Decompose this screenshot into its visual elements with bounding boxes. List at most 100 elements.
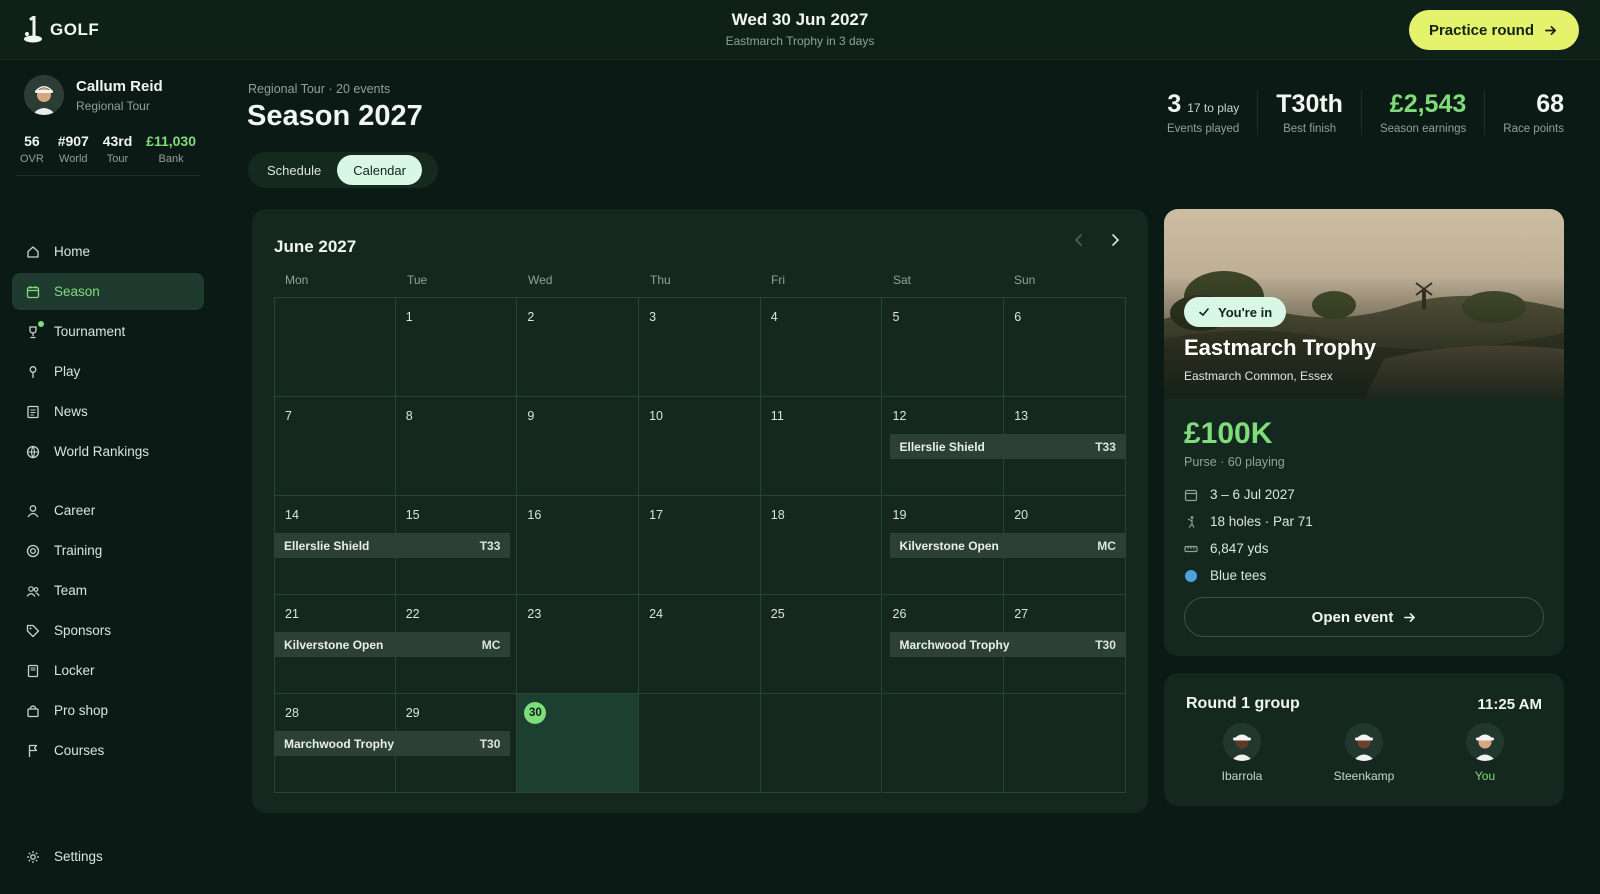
calendar-day-cell[interactable]: 2 (517, 298, 640, 397)
locker-icon (27, 664, 39, 677)
stat-label: Bank (158, 153, 184, 165)
calendar-event-bar[interactable]: Kilverstone Open MC (889, 533, 1126, 558)
sidebar-item-locker[interactable]: Locker (12, 652, 204, 689)
sidebar-item-home[interactable]: Home (12, 233, 204, 270)
calendar-event-bar[interactable]: Ellerslie Shield T33 (889, 434, 1126, 459)
sidebar-item-season[interactable]: Season (12, 273, 204, 310)
logo[interactable]: GOLF (22, 16, 99, 44)
news-icon (27, 405, 39, 418)
group-player[interactable]: Ibarrola (1192, 723, 1292, 783)
stat-label: Best finish (1283, 123, 1337, 135)
event-yardage-row: 6,847 yds (1184, 535, 1313, 562)
practice-round-button[interactable]: Practice round (1408, 10, 1579, 50)
current-date: Wed 30 Jun 2027 (731, 10, 869, 29)
flag-icon (28, 744, 38, 757)
day-number: 6 (1014, 310, 1022, 324)
calendar-event-bar[interactable]: Marchwood Trophy T30 (274, 731, 511, 756)
calendar-day-cell[interactable]: 24 (639, 595, 761, 694)
calendar-day-cell[interactable]: 6 (1004, 298, 1126, 397)
stat-season-earnings: £2,543 Season earnings (1360, 90, 1484, 135)
top-bar: GOLF Wed 30 Jun 2027 Eastmarch Trophy in… (0, 0, 1600, 60)
event-bar-name: Ellerslie Shield (899, 439, 985, 454)
event-bar-result: T30 (479, 736, 501, 751)
stat-value: T30th (1276, 90, 1343, 118)
stat-world: #907 World (54, 133, 93, 165)
pin-icon (29, 365, 37, 378)
event-dates-row: 3 – 6 Jul 2027 (1184, 481, 1313, 508)
group-player-you[interactable]: You (1435, 723, 1535, 783)
breadcrumb: Regional Tour · 20 events (248, 82, 391, 96)
calendar-day-cell[interactable]: 4 (760, 298, 883, 397)
weekday-label: Sat (893, 273, 912, 287)
sidebar-item-settings[interactable]: Settings (26, 849, 103, 864)
ruler-icon (1184, 545, 1198, 552)
stat-race-points: 68 Race points (1484, 90, 1582, 135)
open-event-button[interactable]: Open event (1184, 597, 1544, 637)
chevron-left-icon[interactable] (1072, 233, 1086, 247)
profile-stats: 56 OVR #907 World 43rd Tour £11,030 Bank (16, 133, 200, 176)
weekday-label: Fri (771, 273, 785, 287)
season-stats: 3 17 to play Events played T30th Best fi… (1149, 90, 1582, 135)
calendar-day-cell[interactable] (760, 694, 883, 793)
calendar-grid: 1 2 3 4 5 6 7 8 9 10 11 12 13 14 15 16 17 18 19 20 21 22 23 24 2… (274, 297, 1126, 793)
calendar-day-cell[interactable] (274, 298, 396, 397)
practice-round-label: Practice round (1428, 21, 1534, 39)
calendar-day-cell[interactable]: 3 (639, 298, 761, 397)
calendar-day-cell[interactable]: 9 (517, 397, 640, 496)
calendar-day-cell[interactable]: 23 (517, 595, 640, 694)
stat-extra: 17 to play (1187, 101, 1240, 115)
calendar-event-bar[interactable]: Ellerslie Shield T33 (274, 533, 511, 558)
calendar-day-cell[interactable] (882, 694, 1005, 793)
stat-tour: 43rd Tour (99, 133, 137, 165)
sidebar-item-news[interactable]: News (12, 393, 204, 430)
tab-schedule[interactable]: Schedule (251, 155, 337, 185)
calendar-day-cell[interactable]: 7 (274, 397, 396, 496)
calendar-day-cell[interactable]: 30 (517, 694, 640, 793)
calendar-event-bar[interactable]: Kilverstone Open MC (274, 632, 511, 657)
calendar-day-cell[interactable]: 8 (395, 397, 518, 496)
weekday-label: Sun (1014, 273, 1036, 287)
calendar-day-cell[interactable]: 25 (760, 595, 883, 694)
calendar-day-cell[interactable]: 17 (639, 496, 761, 595)
stat-value: 68 (1536, 90, 1564, 118)
weekday-label: Wed (528, 273, 553, 287)
calendar-day-cell[interactable]: 18 (760, 496, 883, 595)
day-number: 25 (770, 607, 785, 621)
event-bar-name: Marchwood Trophy (899, 637, 1010, 652)
group-player[interactable]: Steenkamp (1314, 723, 1414, 783)
calendar-day-cell[interactable]: 11 (760, 397, 883, 496)
sidebar-item-pro-shop[interactable]: Pro shop (12, 692, 204, 729)
sidebar-item-career[interactable]: Career (12, 492, 204, 529)
day-number: 22 (405, 607, 420, 621)
day-number: 19 (892, 508, 907, 522)
day-number: 16 (527, 508, 542, 522)
player-name: Steenkamp (1333, 769, 1395, 783)
sidebar-item-training[interactable]: Training (12, 532, 204, 569)
tab-calendar[interactable]: Calendar (337, 155, 422, 185)
calendar-event-bar[interactable]: Marchwood Trophy T30 (889, 632, 1126, 657)
user-icon (27, 504, 39, 517)
profile-card[interactable]: Callum Reid Regional Tour (24, 75, 163, 115)
day-number: 21 (285, 607, 299, 621)
sidebar-item-play[interactable]: Play (12, 353, 204, 390)
event-bar-result: MC (481, 637, 501, 652)
calendar-day-cell[interactable] (1004, 694, 1126, 793)
event-tees: Blue tees (1210, 568, 1267, 583)
sidebar-item-tournament[interactable]: Tournament (12, 313, 204, 350)
calendar-day-cell[interactable]: 5 (882, 298, 1005, 397)
calendar-day-cell[interactable]: 10 (639, 397, 761, 496)
day-number: 1 (405, 310, 413, 324)
sidebar-item-team[interactable]: Team (12, 572, 204, 609)
sidebar-item-sponsors[interactable]: Sponsors (12, 612, 204, 649)
sidebar-item-world-rankings[interactable]: World Rankings (12, 433, 204, 470)
calendar-day-cell[interactable]: 1 (395, 298, 518, 397)
stat-value: £11,030 (146, 133, 196, 149)
trophy-icon (29, 325, 37, 338)
sidebar-item-courses[interactable]: Courses (12, 732, 204, 769)
chevron-right-icon[interactable] (1108, 233, 1122, 247)
stat-value: 43rd (102, 133, 133, 149)
calendar-day-cell[interactable] (639, 694, 761, 793)
calendar-day-cell[interactable]: 16 (517, 496, 640, 595)
today-marker: 30 (524, 702, 547, 724)
tee-color-dot (1185, 569, 1197, 582)
